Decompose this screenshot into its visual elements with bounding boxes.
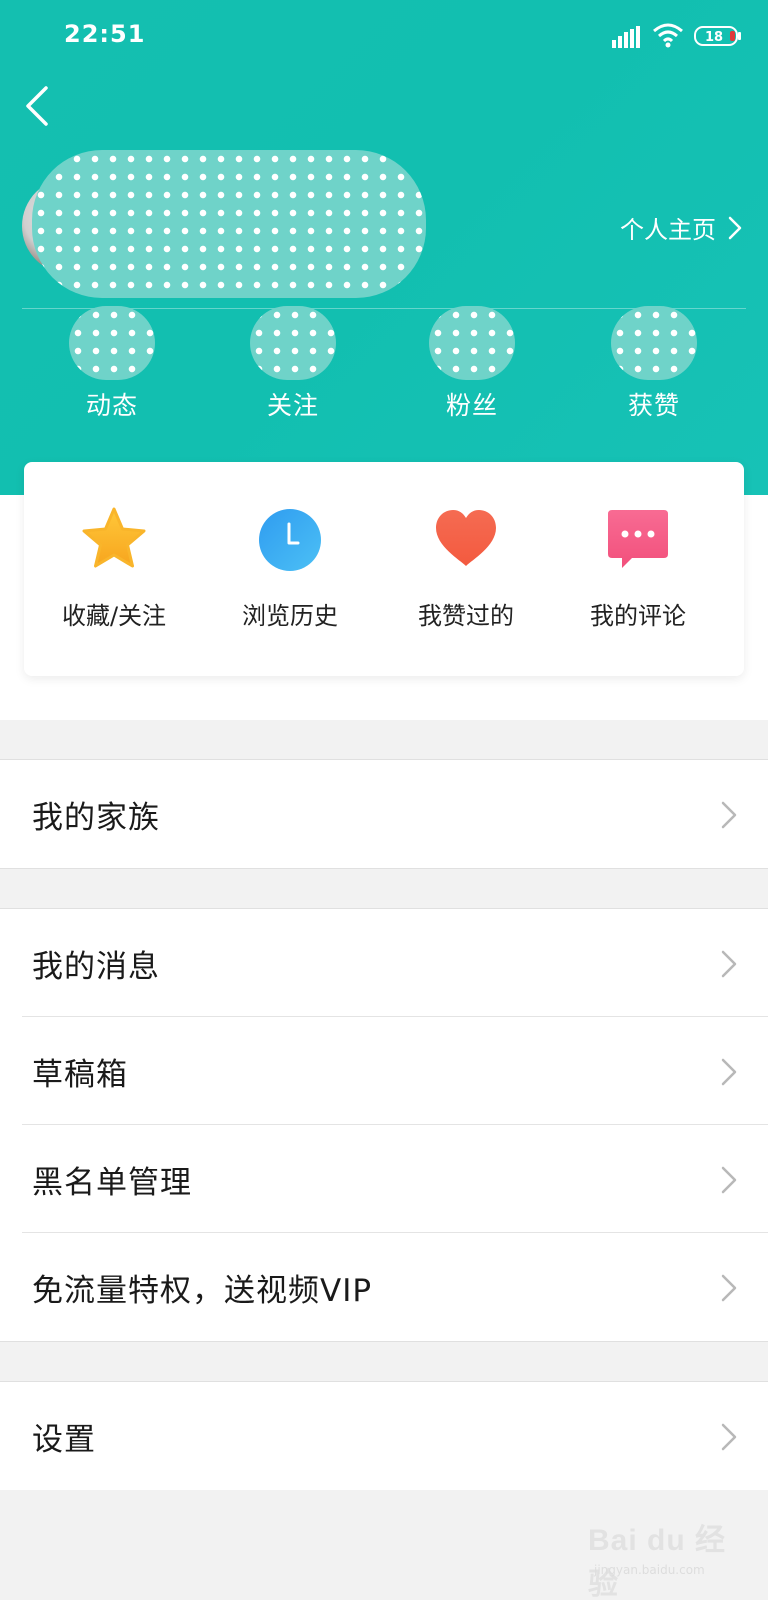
chevron-right-icon <box>721 1166 737 1194</box>
stat-label: 获赞 <box>627 391 680 420</box>
chevron-right-icon <box>721 950 737 978</box>
stat-label: 粉丝 <box>445 391 498 420</box>
quick-label: 我赞过的 <box>418 602 514 630</box>
divider <box>0 868 768 869</box>
wifi-icon <box>653 23 683 48</box>
quick-label: 我的评论 <box>590 602 686 630</box>
menu-item-drafts[interactable]: 草稿箱 <box>0 1017 768 1125</box>
quick-history[interactable]: 浏览历史 <box>200 504 380 631</box>
homepage-link[interactable]: 个人主页 <box>620 210 744 245</box>
quick-actions-card: 收藏/关注 浏览历史 我赞过的 我的评论 <box>24 462 744 676</box>
menu-item-label: 草稿箱 <box>32 1056 128 1093</box>
menu-item-free-data[interactable]: 免流量特权，送视频VIP <box>0 1233 768 1341</box>
menu-item-label: 设置 <box>32 1421 96 1458</box>
chevron-right-icon <box>721 1274 737 1302</box>
comment-icon <box>608 510 668 568</box>
status-time: 22:51 <box>64 20 146 48</box>
battery-level: 18 <box>705 30 723 45</box>
chevron-right-icon <box>721 801 737 829</box>
chevron-right-icon <box>728 216 742 239</box>
stat-count-redacted <box>250 306 336 380</box>
menu-item-label: 免流量特权，送视频VIP <box>32 1272 373 1309</box>
battery-icon: 18 <box>694 26 741 46</box>
menu-item-label: 我的消息 <box>32 948 160 985</box>
menu-item-settings[interactable]: 设置 <box>0 1382 768 1490</box>
chevron-right-icon <box>721 1058 737 1086</box>
stat-posts[interactable]: 动态 <box>52 306 172 422</box>
watermark: Bai du 经验 jingyan.baidu.com <box>588 1515 748 1600</box>
stat-followers[interactable]: 粉丝 <box>412 306 532 422</box>
stat-label: 动态 <box>85 391 138 420</box>
stat-count-redacted <box>429 306 515 380</box>
signal-icon <box>612 26 640 48</box>
divider <box>0 1341 768 1342</box>
menu-item-label: 我的家族 <box>32 799 160 836</box>
stat-likes[interactable]: 获赞 <box>594 306 714 422</box>
homepage-label: 个人主页 <box>620 216 716 244</box>
menu-item-blacklist[interactable]: 黑名单管理 <box>0 1125 768 1233</box>
stat-count-redacted <box>611 306 697 380</box>
stat-count-redacted <box>69 306 155 380</box>
quick-label: 收藏/关注 <box>61 602 167 630</box>
stat-label: 关注 <box>266 391 319 420</box>
chevron-right-icon <box>721 1423 737 1451</box>
menu-item-messages[interactable]: 我的消息 <box>0 909 768 1017</box>
username-redacted <box>32 150 426 298</box>
quick-favorites[interactable]: 收藏/关注 <box>24 504 204 631</box>
stat-following[interactable]: 关注 <box>233 306 353 422</box>
clock-icon <box>259 509 321 571</box>
back-icon[interactable] <box>18 80 62 132</box>
quick-liked[interactable]: 我赞过的 <box>376 504 556 631</box>
watermark-brand: Bai du 经验 <box>588 1524 727 1600</box>
heart-icon <box>436 510 496 566</box>
quick-comments[interactable]: 我的评论 <box>548 504 728 631</box>
quick-label: 浏览历史 <box>242 602 338 630</box>
watermark-url: jingyan.baidu.com <box>594 1563 705 1577</box>
menu-item-family[interactable]: 我的家族 <box>0 760 768 868</box>
menu-item-label: 黑名单管理 <box>32 1164 192 1201</box>
status-bar: 22:51 18 <box>0 0 768 70</box>
star-icon <box>82 507 146 568</box>
